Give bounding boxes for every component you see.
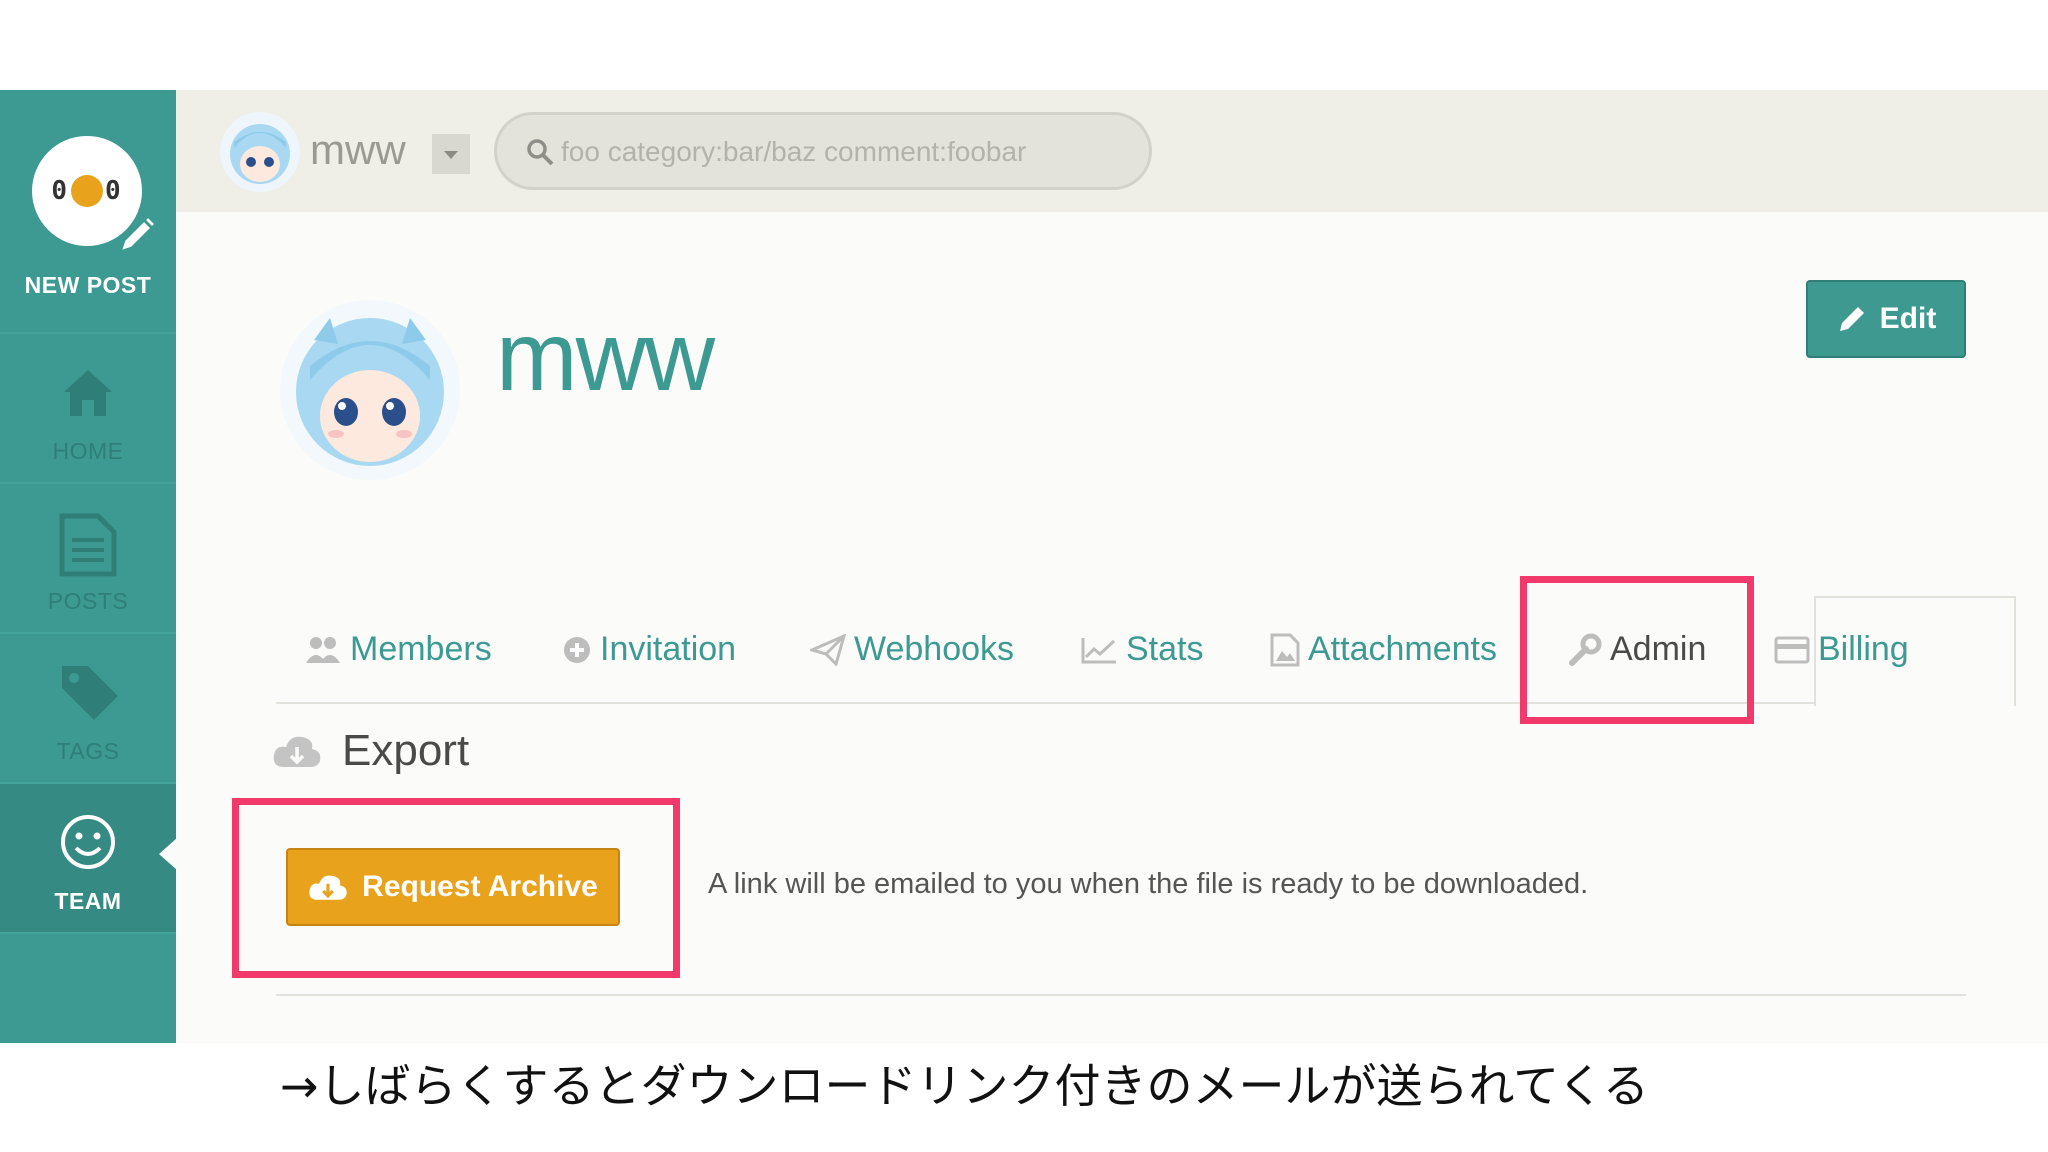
sidebar-item-label: HOME [52, 438, 124, 464]
credit-card-icon [1774, 636, 1810, 663]
logo-text-right: 0 [105, 176, 123, 206]
sidebar: 0 0 NEW POST HOME POSTS TAGS TEAM [0, 90, 177, 1043]
tab-label: Invitation [600, 630, 737, 668]
tab-label: Billing [1818, 630, 1909, 668]
sidebar-item-team[interactable]: TEAM [0, 784, 177, 934]
tab-label: Members [350, 630, 492, 668]
tab-label: Attachments [1308, 630, 1497, 668]
sidebar-item-label: TAGS [56, 738, 120, 764]
request-archive-highlight [232, 798, 680, 978]
search-input[interactable] [559, 115, 1123, 189]
team-avatar [280, 300, 460, 480]
members-icon [306, 636, 340, 663]
page-title: mww [496, 301, 715, 411]
sidebar-item-label: TEAM [54, 888, 122, 914]
new-post-button[interactable]: 0 0 NEW POST [0, 90, 176, 334]
sidebar-item-home[interactable]: HOME [0, 334, 176, 484]
smiley-icon [61, 815, 115, 869]
avatar-image [280, 300, 460, 480]
export-description: A link will be emailed to you when the f… [708, 868, 1589, 900]
tab-attachments[interactable]: Attachments [1270, 630, 1497, 669]
pencil-icon [117, 213, 159, 255]
tab-label: Webhooks [854, 630, 1015, 668]
document-icon [59, 513, 117, 577]
tab-billing[interactable]: Billing [1774, 630, 1909, 669]
active-indicator [159, 838, 177, 870]
team-avatar-small[interactable] [220, 112, 300, 192]
export-heading: Export [272, 726, 469, 776]
sidebar-item-posts[interactable]: POSTS [0, 484, 176, 634]
search-bar [494, 112, 1152, 190]
new-post-label: NEW POST [24, 272, 152, 298]
plus-circle-icon [564, 636, 590, 663]
tab-stats[interactable]: Stats [1080, 630, 1203, 669]
section-divider [276, 994, 1966, 996]
paper-plane-icon [810, 633, 846, 666]
search-icon [527, 139, 554, 166]
line-chart-icon [1081, 637, 1116, 663]
tab-webhooks[interactable]: Webhooks [810, 630, 1014, 669]
image-file-icon [1270, 633, 1300, 666]
edit-button-label: Edit [1879, 302, 1937, 335]
edit-button[interactable]: Edit [1806, 280, 1966, 358]
export-heading-text: Export [342, 726, 470, 775]
tag-icon [62, 666, 118, 720]
logo-dot [71, 175, 103, 207]
logo-text-left: 0 [51, 176, 69, 206]
tab-label: Stats [1126, 630, 1204, 668]
sidebar-item-label: POSTS [47, 588, 129, 614]
app-window: 0 0 NEW POST HOME POSTS TAGS TEAM mww fo… [0, 90, 2048, 1043]
pencil-icon [1839, 307, 1864, 331]
annotation-caption: →しばらくするとダウンロードリンク付きのメールが送られてくる [280, 1059, 1649, 1113]
cloud-download-icon [273, 736, 321, 767]
sidebar-item-tags[interactable]: TAGS [0, 634, 176, 784]
topbar: mww [176, 90, 2048, 212]
avatar-image [220, 112, 300, 192]
admin-tab-highlight [1520, 576, 1754, 724]
team-switcher-name[interactable]: mww [310, 126, 406, 174]
tab-members[interactable]: Members [306, 630, 492, 669]
tab-invitation[interactable]: Invitation [562, 630, 736, 669]
home-icon [64, 370, 112, 416]
team-dropdown-button[interactable] [432, 134, 470, 174]
